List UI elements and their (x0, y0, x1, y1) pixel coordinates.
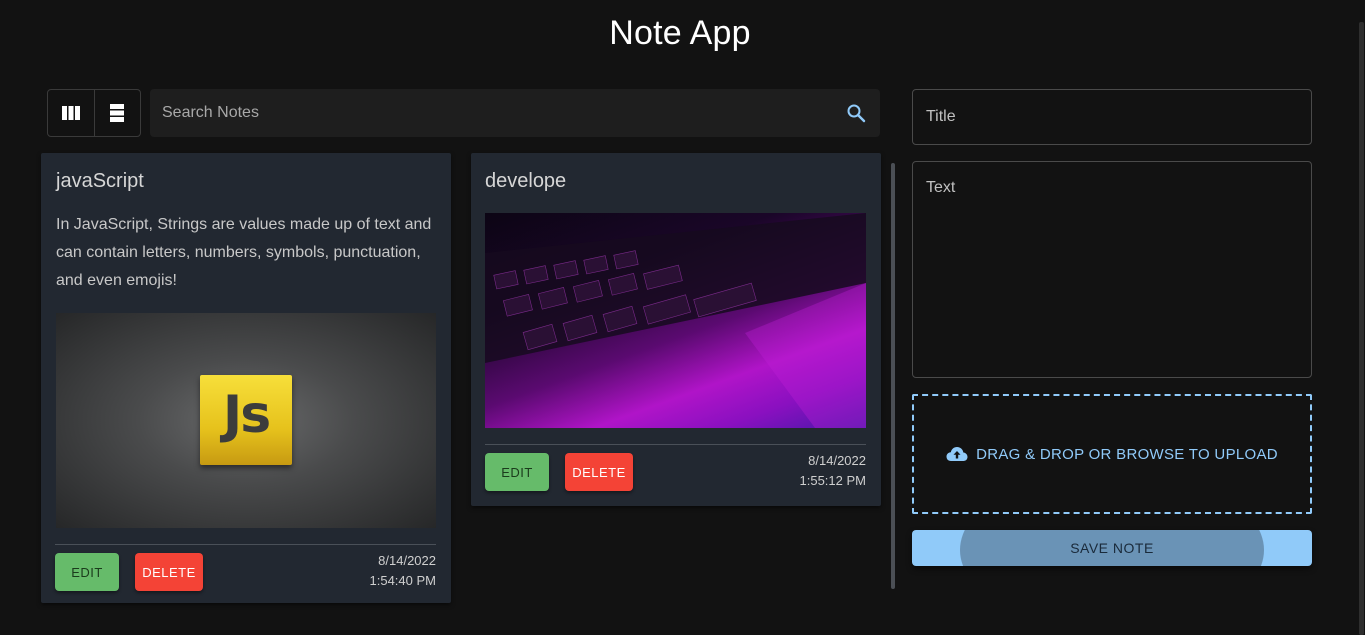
edit-button[interactable]: EDIT (55, 553, 119, 591)
save-note-label: SAVE NOTE (1070, 540, 1154, 556)
search-bar (150, 89, 880, 137)
note-timestamp: 8/14/2022 1:54:40 PM (331, 551, 437, 591)
note-card: javaScript In JavaScript, Strings are va… (41, 153, 451, 603)
search-icon[interactable] (844, 101, 868, 125)
view-toggle (47, 89, 141, 137)
page-scrollbar[interactable] (1359, 22, 1364, 635)
upload-label: DRAG & DROP OR BROWSE TO UPLOAD (976, 445, 1278, 463)
text-input[interactable] (912, 161, 1312, 378)
note-image (485, 213, 866, 428)
upload-dropzone[interactable]: DRAG & DROP OR BROWSE TO UPLOAD (912, 394, 1312, 514)
list-view-button[interactable] (93, 90, 141, 136)
delete-button[interactable]: DELETE (565, 453, 633, 491)
grid-view-icon (61, 106, 80, 120)
note-time: 1:55:12 PM (799, 473, 867, 488)
app-title: Note App (609, 14, 751, 52)
keyboard-photo (485, 213, 866, 428)
delete-button[interactable]: DELETE (135, 553, 203, 591)
card-divider (55, 544, 436, 545)
cloud-upload-icon (946, 447, 968, 461)
javascript-logo-text: Js (222, 385, 271, 445)
search-input[interactable] (162, 104, 844, 122)
note-card: develope EDIT DELETE 8/14/2022 1:55:12 P… (471, 153, 881, 506)
card-divider (485, 444, 866, 445)
note-title: javaScript (56, 170, 144, 192)
note-date: 8/14/2022 (808, 453, 866, 468)
note-text: In JavaScript, Strings are values made u… (56, 216, 432, 289)
edit-button[interactable]: EDIT (485, 453, 549, 491)
note-time: 1:54:40 PM (369, 573, 437, 588)
grid-view-button[interactable] (48, 90, 94, 136)
list-view-icon (110, 104, 125, 122)
note-date: 8/14/2022 (378, 553, 436, 568)
note-image: Js (56, 313, 436, 528)
title-input[interactable] (912, 89, 1312, 145)
note-timestamp: 8/14/2022 1:55:12 PM (761, 451, 867, 491)
notes-scrollbar[interactable] (891, 163, 895, 589)
javascript-logo: Js (200, 375, 292, 465)
save-note-button[interactable]: SAVE NOTE (912, 530, 1312, 566)
note-title: develope (485, 170, 567, 192)
